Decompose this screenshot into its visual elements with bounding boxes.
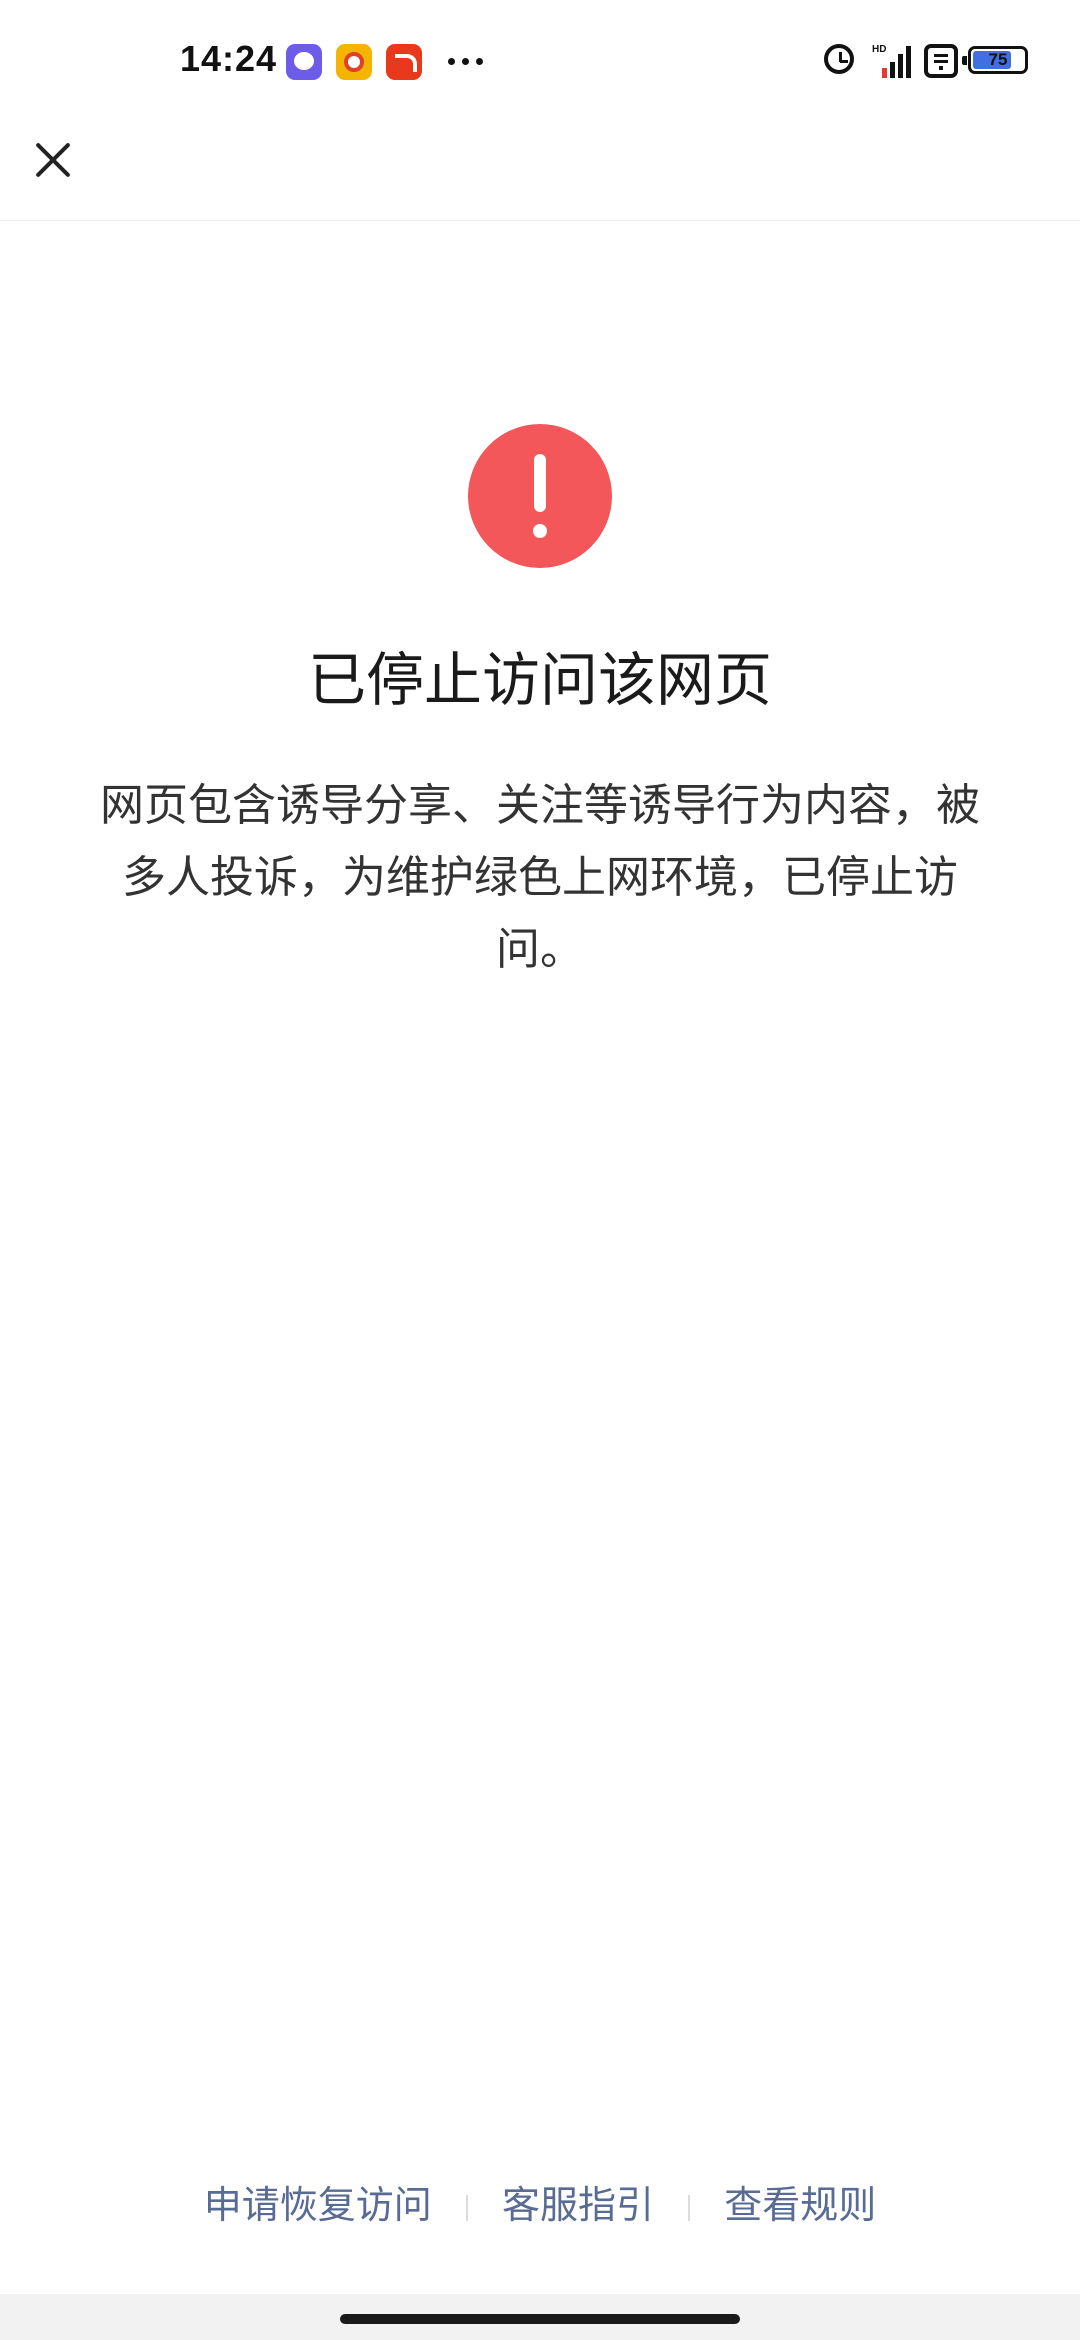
- page-description: 网页包含诱导分享、关注等诱导行为内容，被多人投诉，为维护绿色上网环境，已停止访问…: [100, 780, 980, 975]
- view-rules-link[interactable]: 查看规则: [724, 2183, 876, 2227]
- link-divider: [465, 2194, 468, 2221]
- battery-icon: 75: [962, 46, 1028, 74]
- wifi-icon: [924, 44, 958, 78]
- message-app-icon: [286, 44, 322, 80]
- nav-bar: [0, 124, 1080, 221]
- home-indicator[interactable]: [340, 2314, 740, 2324]
- signal-icon: HD: [872, 44, 912, 78]
- network-type-label: HD: [872, 44, 887, 55]
- page-title: 已停止访问该网页: [307, 646, 772, 714]
- alarm-icon: [824, 44, 854, 74]
- more-notifications-icon: [448, 58, 488, 66]
- status-bar: 14:24 HD 75: [0, 0, 1080, 124]
- footer-links: 申请恢复访问 客服指引 查看规则: [0, 2170, 1080, 2240]
- battery-level: 75: [988, 50, 1008, 69]
- exclamation-circle-icon: [468, 424, 612, 568]
- shopping-app-icon: [386, 44, 422, 80]
- video-app-icon: [336, 44, 372, 80]
- apply-restore-access-link[interactable]: 申请恢复访问: [204, 2183, 432, 2227]
- customer-service-guide-link[interactable]: 客服指引: [502, 2183, 654, 2227]
- status-time: 14:24: [180, 38, 278, 79]
- close-icon[interactable]: [22, 128, 86, 192]
- link-divider: [688, 2194, 691, 2221]
